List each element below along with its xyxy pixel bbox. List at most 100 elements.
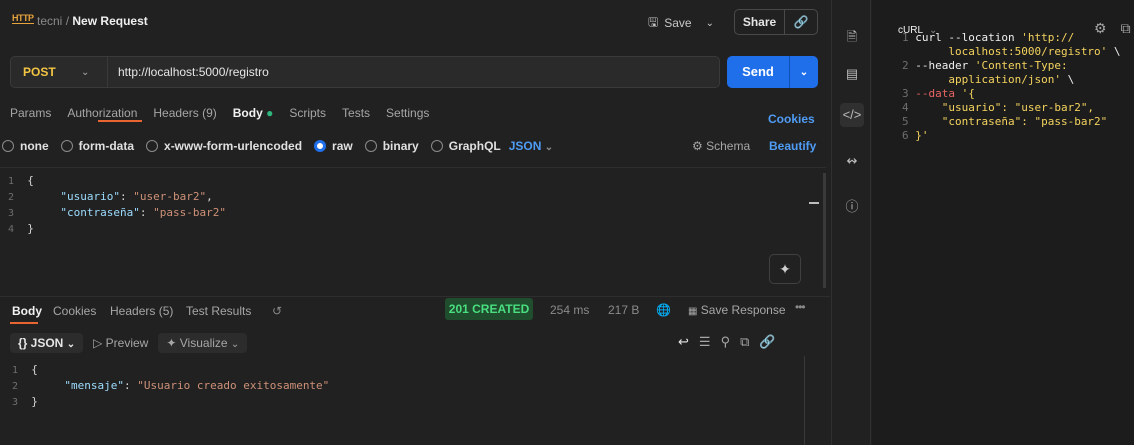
json-sep: : <box>139 206 154 219</box>
code-icon[interactable]: </> <box>840 103 864 127</box>
chevron-down-icon[interactable]: ⌄ <box>790 67 818 78</box>
tab-response-cookies[interactable]: Cookies <box>53 304 96 318</box>
status-badge[interactable]: 201 CREATED <box>445 298 533 320</box>
line-number: 4 <box>8 224 15 235</box>
code-line: 3 } <box>12 395 38 409</box>
comment-icon[interactable]: ▤ <box>832 66 872 82</box>
chevron-down-icon[interactable]: ⌄ <box>81 67 107 78</box>
tab-params[interactable]: Params <box>0 100 59 126</box>
code-text: } <box>27 222 34 235</box>
send-button[interactable]: Send ⌄ <box>727 56 818 88</box>
link-icon[interactable]: 🔗 <box>759 334 775 350</box>
line-number <box>902 73 915 86</box>
snippet-line: 4 "usuario": "user-bar2", <box>902 101 1094 114</box>
breadcrumb-workspace[interactable]: tecni <box>37 14 62 28</box>
tab-headers[interactable]: Headers (9) <box>145 100 224 126</box>
breadcrumb-separator: / <box>65 14 70 28</box>
snippet-line: 2 --header 'Content-Type: <box>902 59 1068 72</box>
radio-binary[interactable]: binary <box>364 139 419 153</box>
related-icon[interactable]: ↭ <box>832 153 872 169</box>
tab-authorization[interactable]: Authorization <box>59 100 145 126</box>
response-size[interactable]: 217 B <box>608 303 639 317</box>
chevron-down-icon: ⌄ <box>66 339 76 350</box>
radio-circle-icon <box>364 140 377 152</box>
share-button-label: Share <box>735 10 785 34</box>
wrap-lines-icon[interactable]: ↩ <box>678 334 689 350</box>
url-bar: POST ⌄ http://localhost:5000/registro <box>10 56 720 88</box>
copy-icon[interactable]: ⧉ <box>1121 20 1131 37</box>
snippet-line: 6 }' <box>902 129 929 142</box>
preview-label: Preview <box>105 336 149 350</box>
save-response-label: Save Response <box>700 303 786 317</box>
tab-scripts[interactable]: Scripts <box>281 100 334 126</box>
tab-body[interactable]: Body ● <box>225 100 282 126</box>
method-select[interactable]: POST <box>23 65 81 79</box>
body-format-select[interactable]: JSON ⌄ <box>509 139 553 153</box>
response-time[interactable]: 254 ms <box>550 303 589 317</box>
gear-icon[interactable]: ⚙ <box>1094 20 1107 37</box>
url-input[interactable]: http://localhost:5000/registro <box>107 57 269 87</box>
code-line: 2 "usuario": "user-bar2", <box>8 190 213 204</box>
collapse-icon[interactable] <box>809 202 819 204</box>
active-tab-indicator <box>98 120 142 122</box>
snippet-token: \ <box>1060 73 1075 86</box>
page-title[interactable]: New Request <box>72 14 147 28</box>
visualize-icon: ✦ <box>166 336 177 350</box>
radio-urlencoded[interactable]: x-www-form-urlencoded <box>146 139 302 153</box>
line-number: 4 <box>902 101 916 114</box>
radio-raw[interactable]: raw <box>314 139 353 153</box>
json-comma: , <box>206 190 213 203</box>
copy-icon[interactable]: ⧉ <box>740 334 749 350</box>
body-mode-group: none form-data x-www-form-urlencoded raw… <box>0 137 553 155</box>
cookies-link[interactable]: Cookies <box>768 112 815 126</box>
editor-scrollbar[interactable] <box>823 173 826 288</box>
share-button[interactable]: Share 🔗 <box>734 9 818 35</box>
radio-label: none <box>20 139 49 153</box>
radio-circle-icon <box>2 140 14 152</box>
snippet-token: 'Content-Type: <box>974 59 1068 72</box>
tab-response-tests[interactable]: Test Results <box>186 304 251 318</box>
radio-form-data[interactable]: form-data <box>60 139 134 153</box>
tab-response-headers[interactable]: Headers (5) <box>110 304 173 318</box>
radio-label: raw <box>332 139 353 153</box>
visualize-button[interactable]: ✦ Visualize ⌄ <box>158 333 248 353</box>
chevron-down-icon: ⌄ <box>230 339 240 350</box>
beautify-link[interactable]: Beautify <box>769 139 816 153</box>
radio-circle-icon <box>60 140 73 152</box>
request-body-editor[interactable] <box>0 167 826 287</box>
radio-graphql[interactable]: GraphQL <box>430 139 501 153</box>
code-line: 1 { <box>8 174 34 188</box>
code-text: { <box>31 363 38 376</box>
filter-icon[interactable]: ☰ <box>699 334 711 350</box>
response-scrollbar[interactable] <box>804 356 805 445</box>
line-number <box>902 45 915 58</box>
info-icon[interactable]: ⓘ <box>832 196 872 215</box>
radio-circle-icon <box>146 140 159 152</box>
tab-tests[interactable]: Tests <box>334 100 378 126</box>
more-options-icon[interactable]: ••• <box>795 300 806 314</box>
sliders-icon: ⚙ <box>692 139 703 153</box>
json-key: "usuario" <box>60 190 120 203</box>
radio-selected-icon <box>314 140 327 152</box>
link-icon[interactable]: 🔗 <box>785 15 817 29</box>
snippet-token: "contraseña": "pass-bar2" <box>915 115 1108 128</box>
document-icon[interactable]: 🗎 <box>832 28 872 50</box>
save-response-button[interactable]: ▦ Save Response <box>688 303 786 317</box>
radio-none[interactable]: none <box>2 139 49 153</box>
snippet-token: '{ <box>961 87 975 100</box>
chevron-down-icon[interactable]: ⌄ <box>706 18 714 29</box>
history-icon[interactable]: ↺ <box>272 304 282 318</box>
preview-button[interactable]: ▷ Preview <box>93 336 148 350</box>
code-text: { <box>27 174 34 187</box>
save-button[interactable]: 🖫 Save ⌄ <box>640 10 722 36</box>
magic-wand-icon[interactable]: ✦ <box>769 254 801 284</box>
response-format-select[interactable]: {} JSON ⌄ <box>10 333 84 353</box>
schema-button[interactable]: ⚙ Schema <box>692 139 750 153</box>
snippet-token: curl --location <box>915 31 1022 44</box>
globe-icon[interactable]: 🌐 <box>656 303 671 317</box>
breadcrumb: tecni / New Request <box>37 14 148 28</box>
floppy-icon: 🖫 <box>648 14 659 29</box>
tab-settings[interactable]: Settings <box>378 100 437 126</box>
search-icon[interactable]: ⚲ <box>721 334 731 350</box>
tab-response-body[interactable]: Body <box>12 304 42 318</box>
